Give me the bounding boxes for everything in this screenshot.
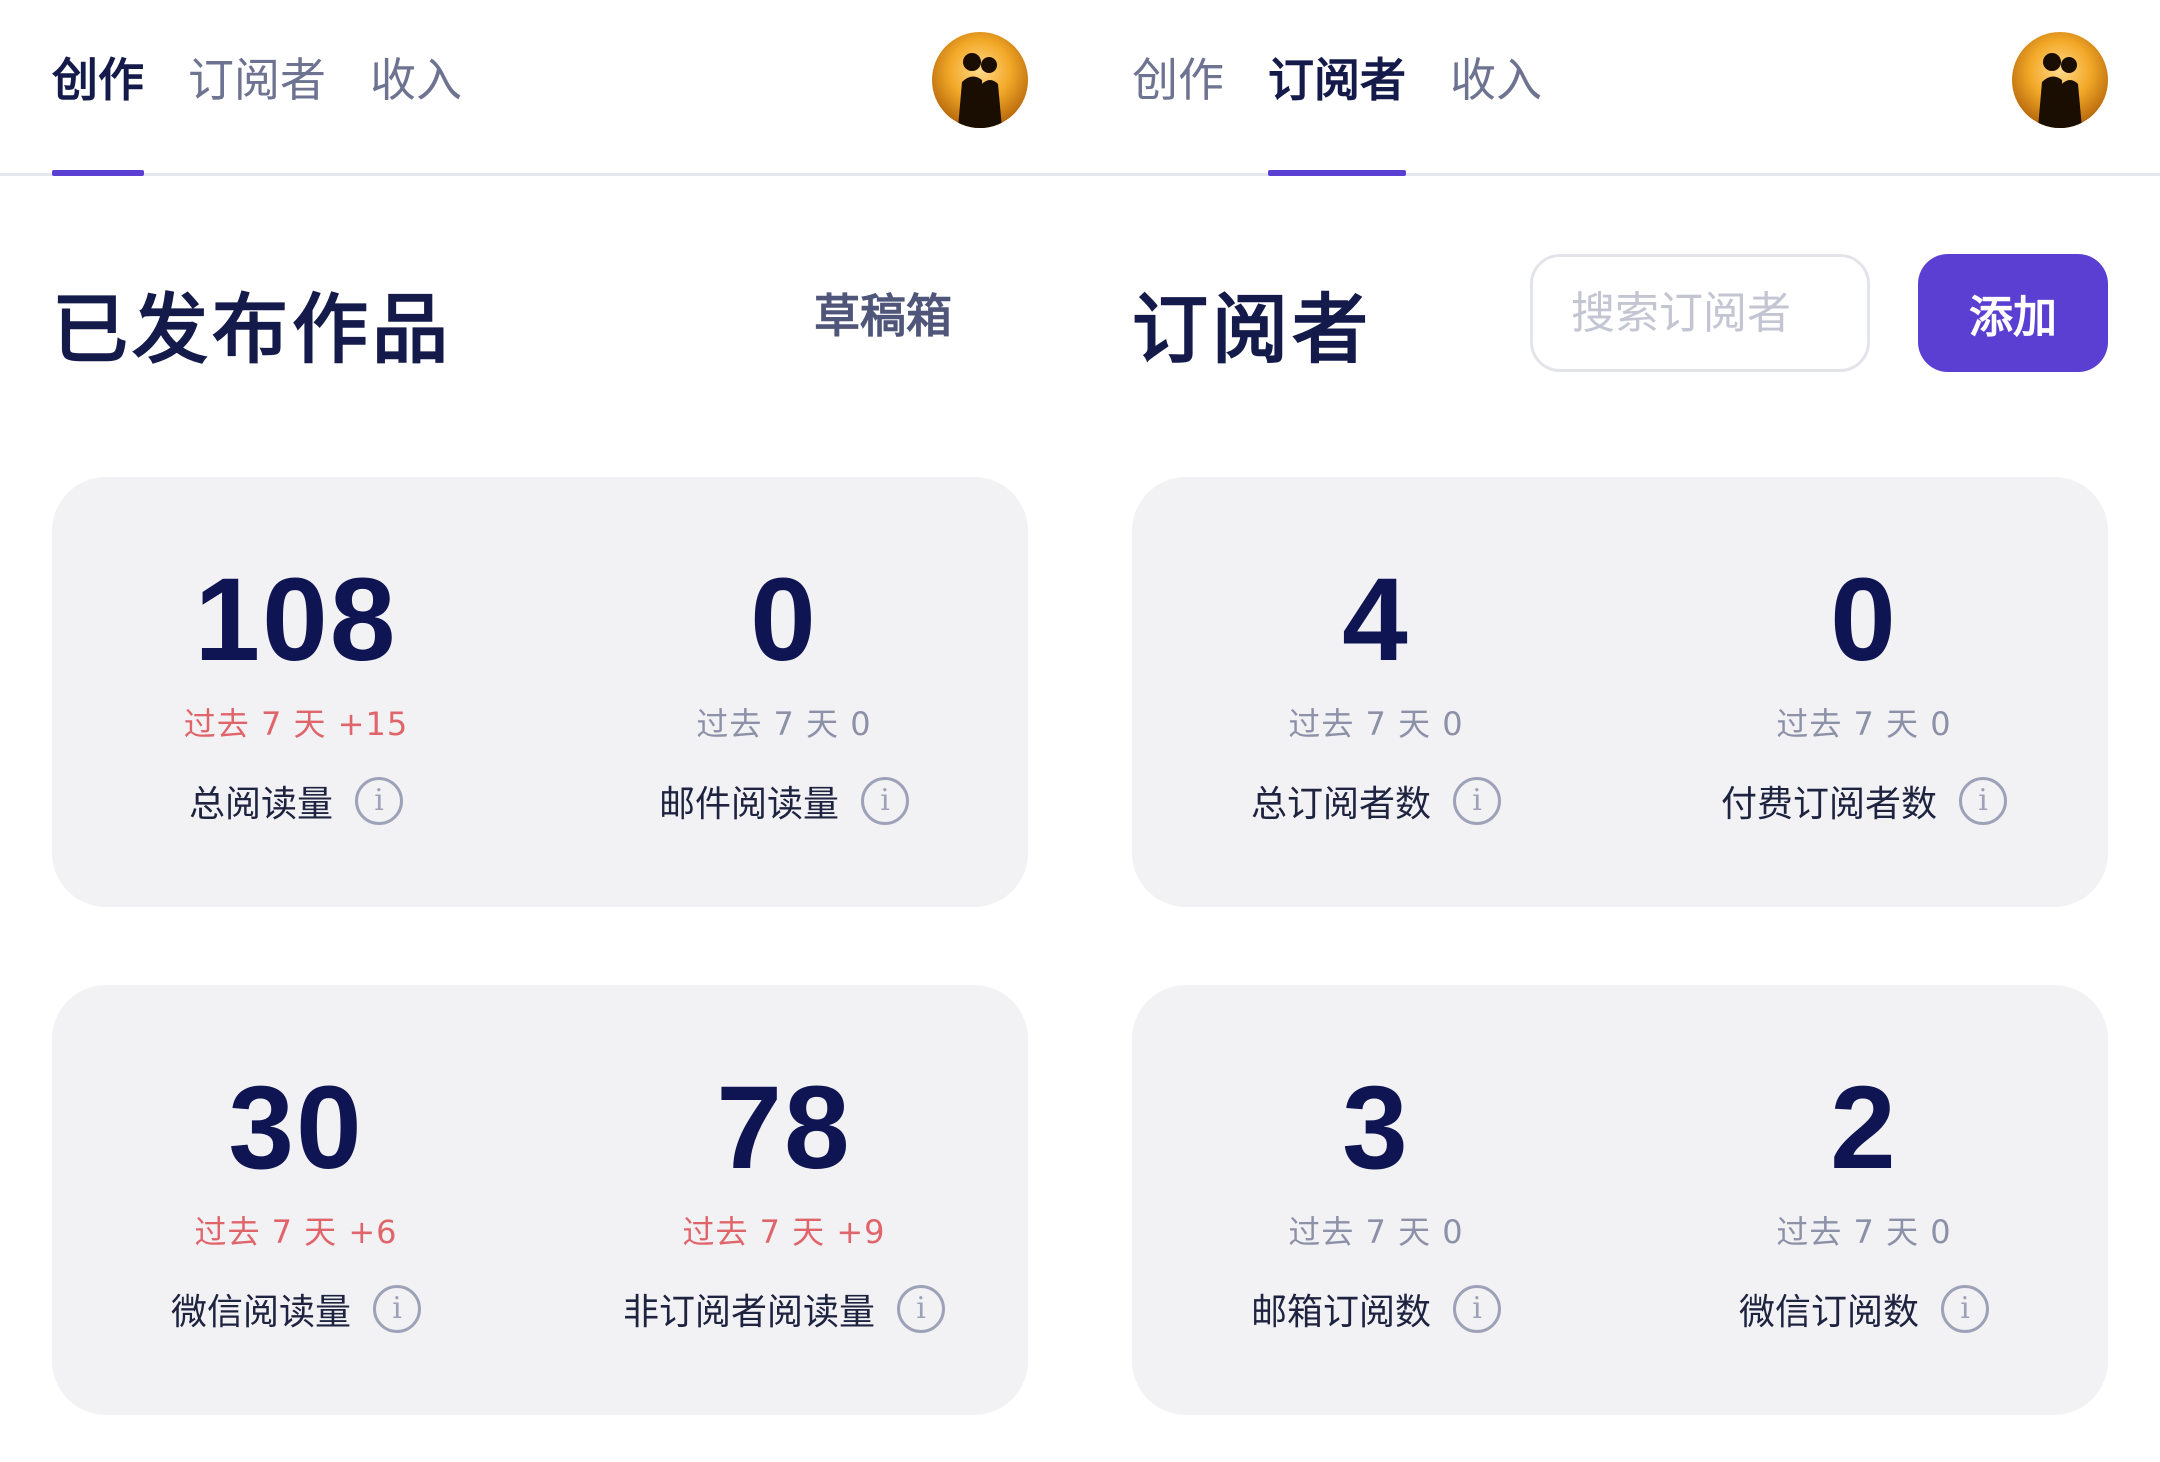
info-icon[interactable]: i — [1453, 1285, 1501, 1333]
page-header: 订阅者 添加 — [1080, 176, 2160, 476]
stat-value: 3 — [1342, 1062, 1410, 1194]
stat-value: 2 — [1830, 1062, 1898, 1194]
stat-delta: 过去 7 天 0 — [1776, 1213, 1952, 1251]
stat-delta: 过去 7 天 0 — [1288, 705, 1464, 743]
stat-total-subscribers: 4 过去 7 天 0 总订阅者数 i — [1132, 477, 1620, 907]
stats-card: 4 过去 7 天 0 总订阅者数 i 0 过去 7 天 0 付费订阅者数 i — [1132, 477, 2108, 907]
stat-label-row: 邮件阅读量 i — [540, 775, 1028, 827]
stat-delta: 过去 7 天 0 — [1288, 1213, 1464, 1251]
tab-subscribers[interactable]: 订阅者 — [1268, 48, 1406, 176]
stat-label: 邮箱订阅数 — [1250, 1292, 1431, 1333]
stat-label-row: 非订阅者阅读量 i — [540, 1283, 1028, 1335]
stats-card: 3 过去 7 天 0 邮箱订阅数 i 2 过去 7 天 0 微信订阅数 i — [1132, 985, 2108, 1415]
page-header: 已发布作品 草稿箱 — [0, 176, 1080, 476]
stat-delta: 过去 7 天 +6 — [194, 1213, 398, 1251]
stat-delta: 过去 7 天 +15 — [183, 705, 409, 743]
tab-income[interactable]: 收入 — [370, 48, 462, 112]
stat-label: 微信阅读量 — [170, 1292, 351, 1333]
page-title: 已发布作品 — [52, 285, 452, 374]
stat-label: 微信订阅数 — [1738, 1292, 1919, 1333]
tab-create[interactable]: 创作 — [1132, 48, 1224, 112]
stat-paid-subscribers: 0 过去 7 天 0 付费订阅者数 i — [1620, 477, 2108, 907]
stat-label: 付费订阅者数 — [1720, 784, 1937, 825]
subscribers-screen: 创作 订阅者 收入 订阅者 添加 4 过去 7 天 0 — [1080, 0, 2160, 1462]
stat-email-subscriptions: 3 过去 7 天 0 邮箱订阅数 i — [1132, 985, 1620, 1415]
stats-card: 30 过去 7 天 +6 微信阅读量 i 78 过去 7 天 +9 非订阅者阅读… — [52, 985, 1028, 1415]
stat-label-row: 微信阅读量 i — [52, 1283, 540, 1335]
info-icon[interactable]: i — [355, 777, 403, 825]
stat-label-row: 总订阅者数 i — [1132, 775, 1620, 827]
search-subscribers-input[interactable] — [1530, 254, 1870, 372]
info-icon[interactable]: i — [897, 1285, 945, 1333]
stat-label-row: 付费订阅者数 i — [1620, 775, 2108, 827]
stat-value: 30 — [228, 1062, 364, 1194]
stat-wechat-subscriptions: 2 过去 7 天 0 微信订阅数 i — [1620, 985, 2108, 1415]
tab-list: 创作 订阅者 收入 — [52, 48, 506, 176]
stat-label-row: 邮箱订阅数 i — [1132, 1283, 1620, 1335]
avatar-silhouette-icon — [2038, 53, 2082, 128]
avatar[interactable] — [932, 32, 1028, 128]
tab-income[interactable]: 收入 — [1450, 48, 1542, 112]
avatar-silhouette-icon — [958, 53, 1002, 128]
stat-label: 总阅读量 — [188, 784, 333, 825]
stat-label: 邮件阅读量 — [658, 784, 839, 825]
tab-list: 创作 订阅者 收入 — [1132, 48, 1586, 176]
add-subscriber-button[interactable]: 添加 — [1918, 254, 2108, 372]
stat-delta: 过去 7 天 0 — [696, 705, 872, 743]
drafts-link[interactable]: 草稿箱 — [814, 280, 952, 346]
stat-label: 非订阅者阅读量 — [622, 1292, 875, 1333]
stat-delta: 过去 7 天 0 — [1776, 705, 1952, 743]
stats-card: 108 过去 7 天 +15 总阅读量 i 0 过去 7 天 0 邮件阅读量 i — [52, 477, 1028, 907]
avatar[interactable] — [2012, 32, 2108, 128]
top-tab-bar: 创作 订阅者 收入 — [1080, 0, 2160, 176]
stat-value: 78 — [716, 1062, 852, 1194]
stat-value: 0 — [1830, 554, 1898, 686]
stat-label-row: 总阅读量 i — [52, 775, 540, 827]
stat-value: 0 — [750, 554, 818, 686]
page-title: 订阅者 — [1132, 285, 1372, 374]
info-icon[interactable]: i — [1941, 1285, 1989, 1333]
stat-value: 108 — [194, 554, 398, 686]
stat-label: 总订阅者数 — [1250, 784, 1431, 825]
stat-wechat-reads: 30 过去 7 天 +6 微信阅读量 i — [52, 985, 540, 1415]
stat-value: 4 — [1342, 554, 1410, 686]
tab-subscribers[interactable]: 订阅者 — [188, 48, 326, 112]
tab-create[interactable]: 创作 — [52, 48, 144, 176]
info-icon[interactable]: i — [1959, 777, 2007, 825]
info-icon[interactable]: i — [1453, 777, 1501, 825]
stat-label-row: 微信订阅数 i — [1620, 1283, 2108, 1335]
top-tab-bar: 创作 订阅者 收入 — [0, 0, 1080, 176]
info-icon[interactable]: i — [861, 777, 909, 825]
works-screen: 创作 订阅者 收入 已发布作品 草稿箱 108 过去 7 天 +15 总阅读量 … — [0, 0, 1080, 1462]
stat-email-reads: 0 过去 7 天 0 邮件阅读量 i — [540, 477, 1028, 907]
stat-delta: 过去 7 天 +9 — [682, 1213, 886, 1251]
stat-nonsubscriber-reads: 78 过去 7 天 +9 非订阅者阅读量 i — [540, 985, 1028, 1415]
info-icon[interactable]: i — [373, 1285, 421, 1333]
stat-total-reads: 108 过去 7 天 +15 总阅读量 i — [52, 477, 540, 907]
